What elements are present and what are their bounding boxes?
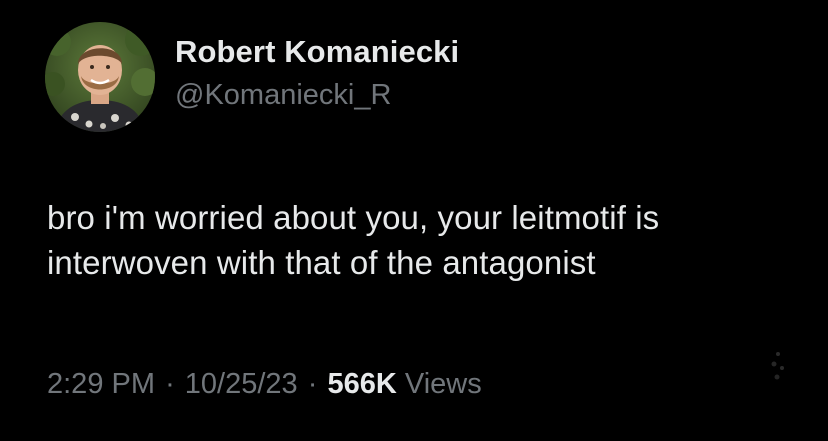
author-handle[interactable]: @Komaniecki_R	[175, 76, 459, 114]
watermark-icon	[771, 352, 784, 380]
tweet-time[interactable]: 2:29 PM	[47, 368, 155, 400]
views-label: Views	[404, 368, 482, 400]
avatar-image	[45, 22, 155, 132]
tweet-text-line: interwoven with that of the antagonist	[47, 244, 596, 281]
tweet-text: bro i'm worried about you, your leitmoti…	[47, 195, 822, 285]
tweet-meta: 2:29 PM · 10/25/23 · 566K Views	[47, 364, 482, 404]
meta-separator: ·	[307, 368, 318, 400]
views-count: 566K	[327, 368, 397, 400]
author-display-name[interactable]: Robert Komaniecki	[175, 32, 459, 72]
avatar[interactable]	[45, 22, 155, 132]
tweet-date[interactable]: 10/25/23	[185, 368, 298, 400]
meta-separator: ·	[165, 368, 175, 400]
tweet-text-line: bro i'm worried about you, your leitmoti…	[47, 199, 660, 236]
author-names: Robert Komaniecki @Komaniecki_R	[175, 32, 459, 114]
tweet-header: Robert Komaniecki @Komaniecki_R	[45, 22, 459, 132]
tweet-card: Robert Komaniecki @Komaniecki_R bro i'm …	[0, 0, 828, 441]
